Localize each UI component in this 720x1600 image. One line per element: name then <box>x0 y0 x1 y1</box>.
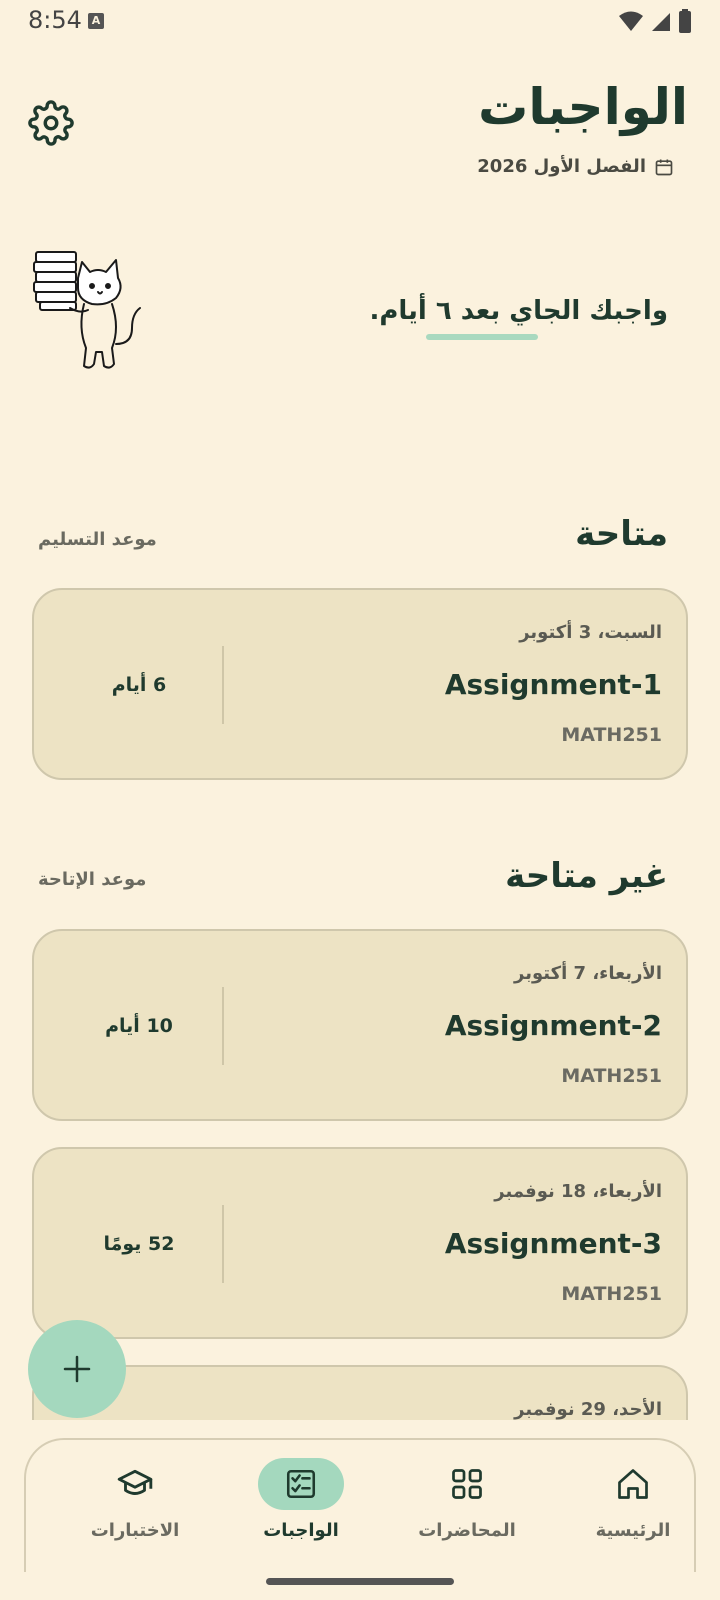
card-course: MATH251 <box>561 1065 662 1087</box>
bottom-navigation: الاختبارات الواجبات المحاضرات الرئيسية <box>24 1438 696 1572</box>
calendar-icon <box>655 159 673 175</box>
card-course: MATH251 <box>561 724 662 746</box>
nav-item-home[interactable]: الرئيسية <box>568 1458 698 1558</box>
card-remaining: 6 أيام <box>111 674 167 696</box>
nav-label: الرئيسية <box>595 1520 671 1541</box>
nav-item-exams[interactable]: الاختبارات <box>70 1458 200 1558</box>
card-remaining: 10 أيام <box>105 1015 173 1037</box>
graduation-cap-icon <box>117 1469 153 1495</box>
section-subtitle-due: موعد التسليم <box>38 529 157 550</box>
wifi-icon <box>619 11 643 31</box>
card-title: Assignment-2 <box>444 1009 662 1042</box>
plus-icon <box>63 1355 91 1383</box>
checklist-icon <box>286 1469 316 1499</box>
card-title: Assignment-1 <box>444 668 662 701</box>
card-remaining: 52 يومًا <box>103 1233 175 1255</box>
card-date: السبت، 3 أكتوبر <box>519 622 662 643</box>
settings-button[interactable] <box>28 100 74 146</box>
cat-books-illustration <box>33 251 141 369</box>
gear-icon <box>28 100 74 146</box>
section-title-unavailable: غير متاحة <box>505 856 668 896</box>
status-bar: 8:54 A <box>0 0 720 42</box>
home-icon <box>618 1469 648 1499</box>
assignment-card[interactable]: الأربعاء، 18 نوفمبر Assignment-3 MATH251… <box>32 1147 688 1339</box>
section-subtitle-availability: موعد الإتاحة <box>38 869 147 890</box>
nav-label: الواجبات <box>263 1520 339 1541</box>
status-time: 8:54 <box>28 6 82 34</box>
notification-icon: A <box>88 13 104 29</box>
highlight-underline <box>426 334 538 340</box>
nav-item-lectures[interactable]: المحاضرات <box>402 1458 532 1558</box>
nav-label: الاختبارات <box>90 1520 180 1541</box>
home-indicator[interactable] <box>266 1578 454 1585</box>
semester-label: الفصل الأول 2026 <box>477 156 674 177</box>
assignment-card[interactable]: الأربعاء، 7 أكتوبر Assignment-2 MATH251 … <box>32 929 688 1121</box>
card-divider <box>222 1205 224 1283</box>
signal-icon <box>652 13 670 31</box>
section-title-available: متاحة <box>575 514 668 554</box>
card-title: Assignment-3 <box>444 1227 662 1260</box>
semester-text: الفصل الأول 2026 <box>477 156 646 177</box>
next-assignment-message: واجبك الجاي بعد ٦ أيام. <box>369 296 668 326</box>
status-icons <box>618 9 692 33</box>
card-divider <box>222 646 224 724</box>
nav-item-assignments[interactable]: الواجبات <box>236 1458 366 1558</box>
grid-icon <box>452 1469 482 1499</box>
card-course: MATH251 <box>561 1283 662 1305</box>
card-date: الأربعاء، 18 نوفمبر <box>494 1181 662 1202</box>
card-divider <box>222 987 224 1065</box>
card-date: الأربعاء، 7 أكتوبر <box>514 963 662 984</box>
assignment-card[interactable]: السبت، 3 أكتوبر Assignment-1 MATH251 6 أ… <box>32 588 688 780</box>
page-title: الواجبات <box>478 78 688 136</box>
nav-label: المحاضرات <box>418 1520 516 1541</box>
card-date: الأحد، 29 نوفمبر <box>514 1399 662 1420</box>
add-assignment-button[interactable] <box>28 1320 126 1418</box>
battery-icon <box>679 9 691 33</box>
